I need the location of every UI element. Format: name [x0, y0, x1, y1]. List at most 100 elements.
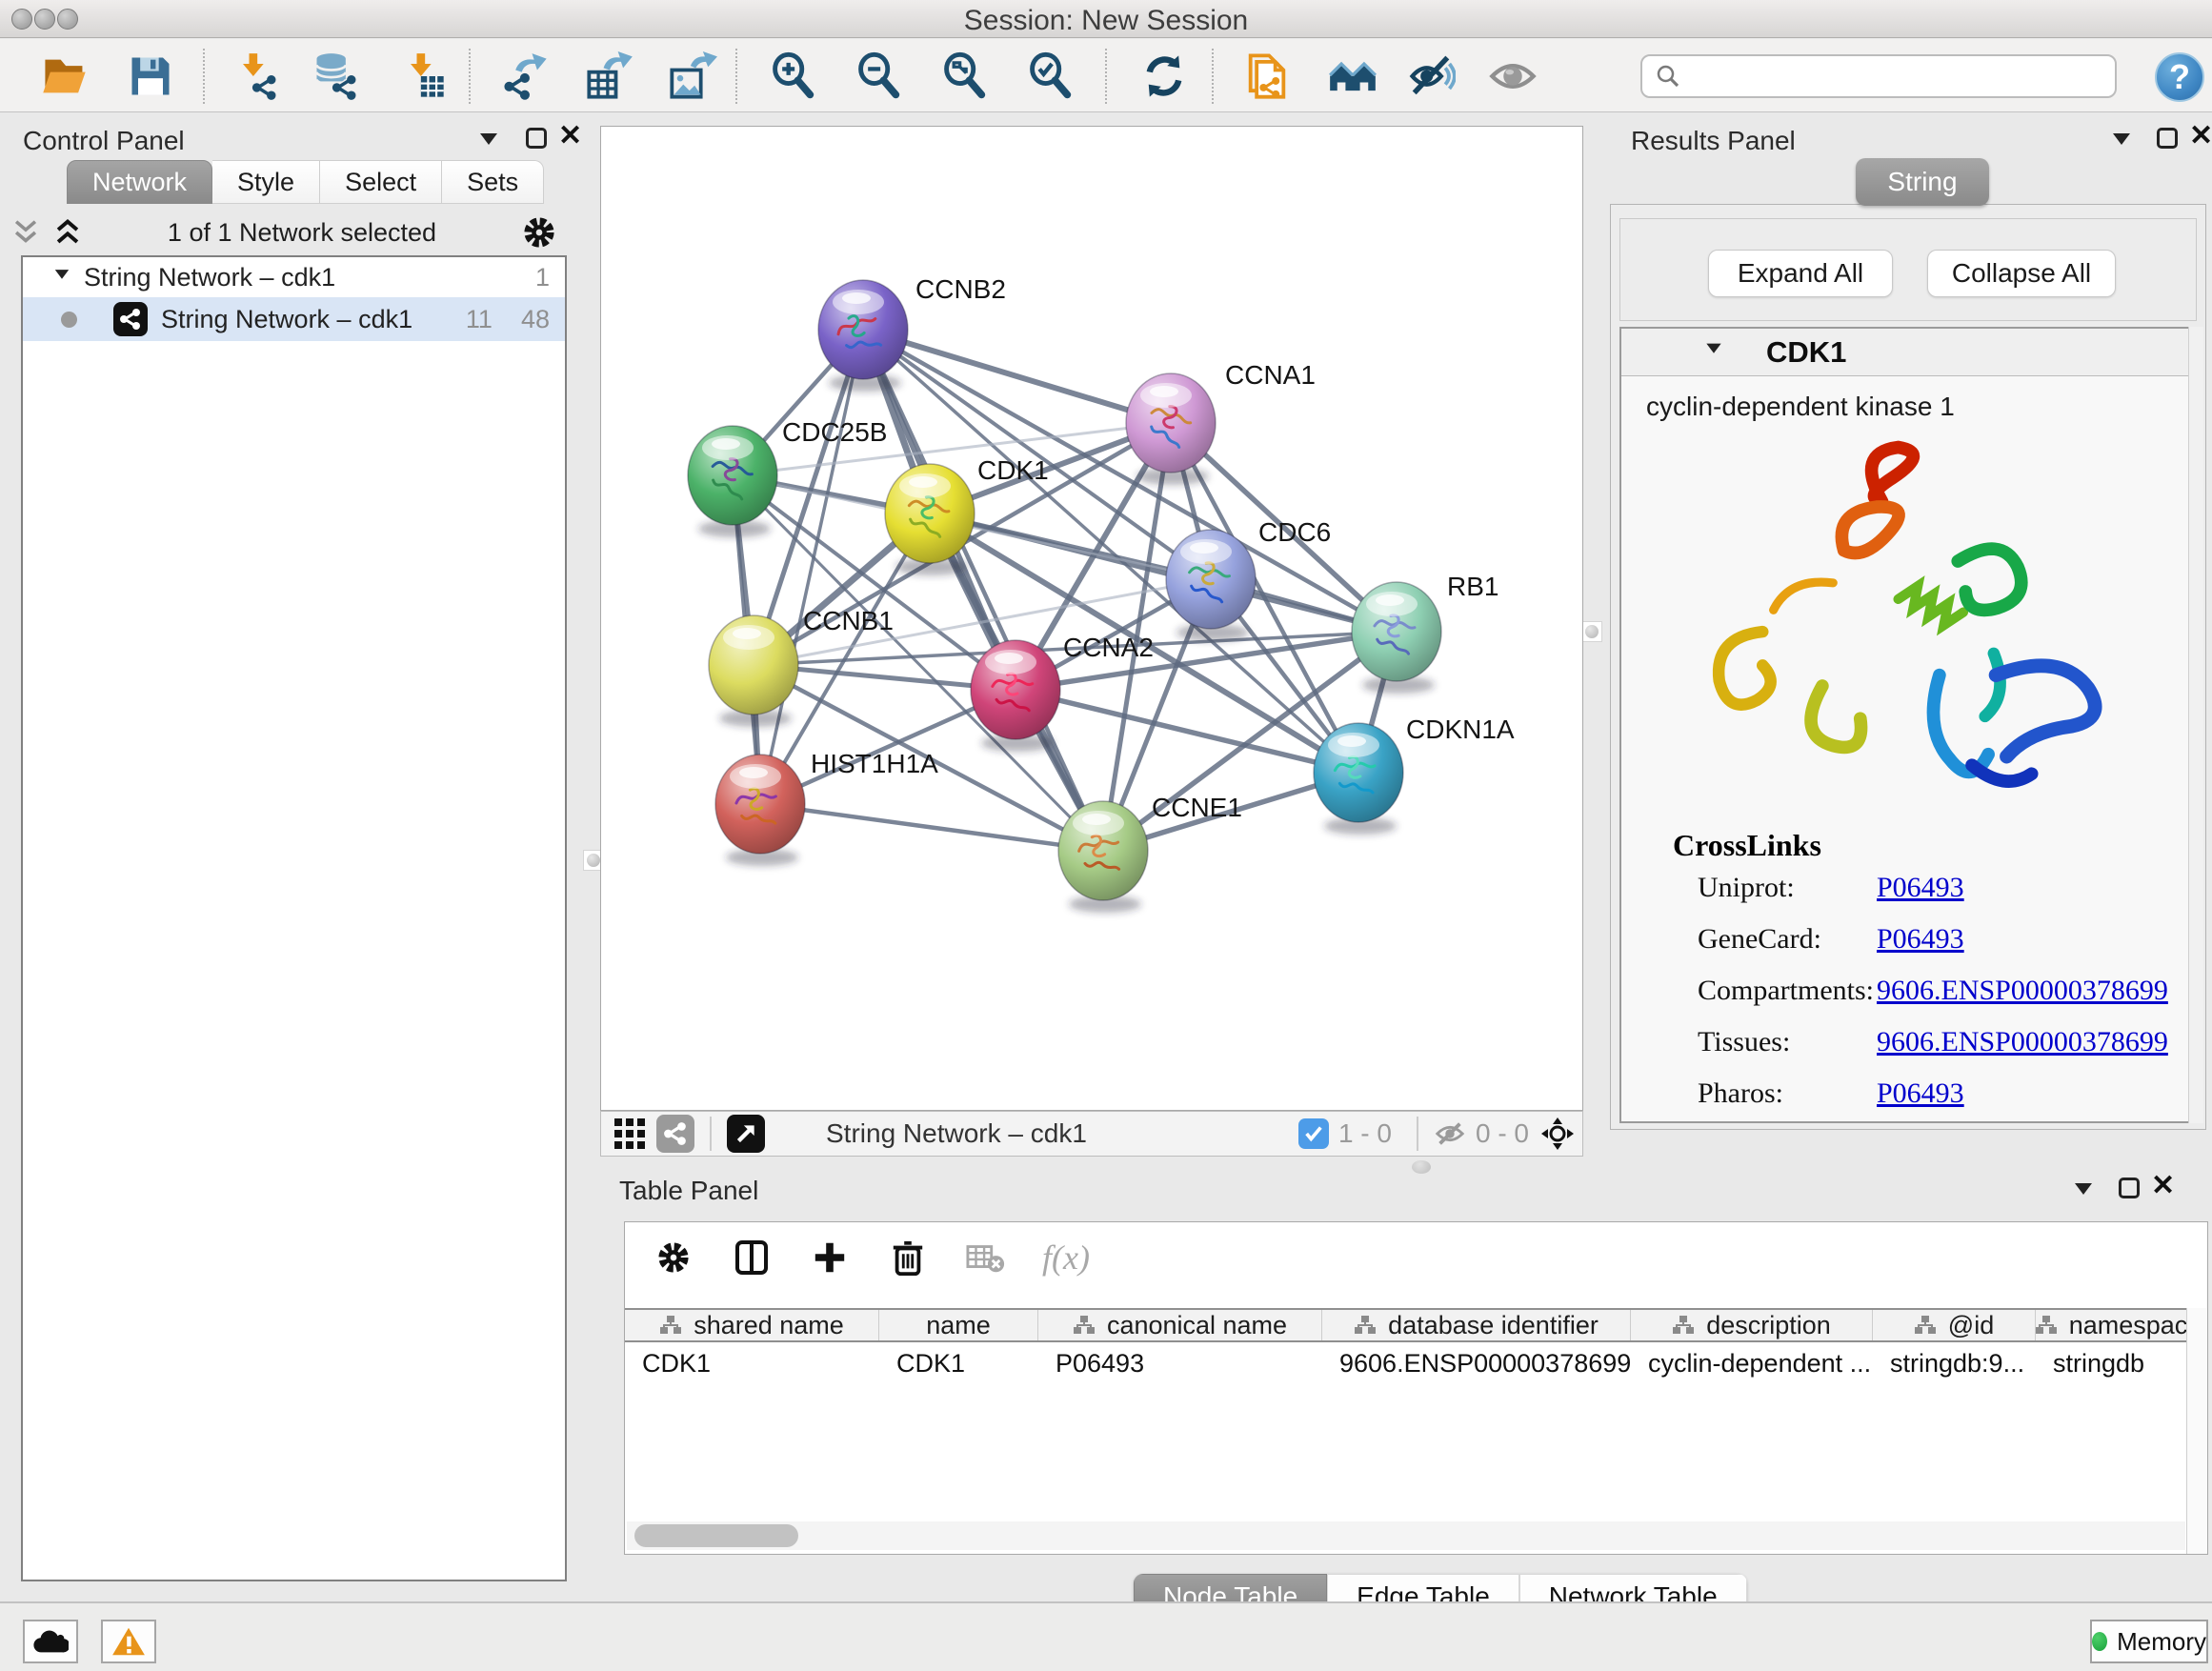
table-cell[interactable]: 9606.ENSP00000378699 [1322, 1344, 1631, 1382]
first-neighbors-button[interactable] [1322, 46, 1383, 107]
table-cell[interactable]: stringdb:9... [1873, 1344, 2036, 1382]
control-panel-close-icon[interactable]: ✕ [558, 126, 582, 147]
export-table-button[interactable] [579, 46, 640, 107]
horizontal-splitter-handle[interactable] [1412, 1160, 1431, 1174]
clone-network-button[interactable] [1237, 46, 1297, 107]
delete-column-button[interactable] [886, 1236, 930, 1279]
import-table-from-file-button[interactable] [392, 46, 453, 107]
network-selection-bar: 1 of 1 Network selected [0, 210, 591, 255]
node-CDKN1A[interactable] [1314, 723, 1403, 835]
column-header-namespac[interactable]: namespac [2036, 1310, 2187, 1340]
table-cell[interactable]: P06493 [1038, 1344, 1322, 1382]
table-cell[interactable]: stringdb [2036, 1344, 2187, 1382]
scrollbar-thumb[interactable] [634, 1524, 798, 1547]
node-CCNB1[interactable] [709, 615, 798, 727]
table-horizontal-scrollbar[interactable] [627, 1521, 2185, 1550]
crosslink-link[interactable]: 9606.ENSP00000378699 [1877, 975, 2168, 1007]
delete-table-button[interactable] [964, 1236, 1008, 1279]
table-panel-close-icon[interactable]: ✕ [2151, 1176, 2175, 1197]
selected-indicator-checkbox[interactable] [1298, 1118, 1329, 1149]
import-network-from-database-button[interactable] [305, 46, 366, 107]
save-session-button[interactable] [120, 46, 181, 107]
import-network-from-file-button[interactable] [225, 46, 286, 107]
crosslink-link[interactable]: 9606.ENSP00000378699 [1877, 1026, 2168, 1058]
column-header-name[interactable]: name [879, 1310, 1038, 1340]
export-image-button[interactable] [662, 46, 723, 107]
network-view-canvas[interactable]: CCNB2CCNA1CDC25BCDK1CDC6RB1CCNB1CCNA2CDK… [600, 126, 1583, 1111]
string-network-graph[interactable]: CCNB2CCNA1CDC25BCDK1CDC6RB1CCNB1CCNA2CDK… [601, 127, 1582, 1110]
network-view-button[interactable] [656, 1115, 694, 1153]
results-panel-float-icon[interactable] [2157, 128, 2178, 149]
protein-expander-icon[interactable] [1706, 344, 1720, 361]
collection-expander-icon[interactable] [55, 270, 69, 286]
apply-layout-button[interactable] [1134, 46, 1195, 107]
create-column-button[interactable] [808, 1236, 852, 1279]
table-settings-button[interactable] [652, 1236, 695, 1279]
help-button[interactable]: ? [2155, 52, 2204, 102]
edge-CCNB2-CCNA1[interactable] [863, 330, 1171, 423]
crosslink-link[interactable]: P06493 [1877, 1077, 1964, 1110]
crosslink-link[interactable]: P06493 [1877, 872, 1964, 904]
table-cell[interactable]: cyclin-dependent ... [1631, 1344, 1873, 1382]
memory-button[interactable]: Memory [2090, 1620, 2208, 1663]
zoom-fit-button[interactable] [934, 46, 995, 107]
node-CCNE1[interactable] [1058, 801, 1148, 913]
collapse-all-chevron-icon[interactable] [10, 216, 42, 249]
cloud-status-button[interactable] [23, 1620, 78, 1663]
node-CDC25B[interactable] [688, 426, 777, 537]
fit-content-button[interactable] [1538, 1115, 1577, 1153]
results-panel-menu-icon[interactable] [2113, 133, 2130, 153]
function-builder-button[interactable]: f(x) [1042, 1238, 1090, 1278]
column-header-canonical-name[interactable]: canonical name [1038, 1310, 1322, 1340]
table-panel-float-icon[interactable] [2119, 1178, 2140, 1198]
zoom-selected-icon [1025, 51, 1075, 101]
table-cell[interactable]: CDK1 [625, 1344, 879, 1382]
node-RB1[interactable] [1352, 582, 1441, 694]
gear-icon[interactable] [520, 213, 558, 252]
results-panel-close-icon[interactable]: ✕ [2189, 126, 2212, 147]
table-vertical-scrollbar[interactable] [2186, 1308, 2207, 1554]
column-header-description[interactable]: description [1631, 1310, 1873, 1340]
zoom-out-button[interactable] [848, 46, 909, 107]
collapse-all-button[interactable]: Collapse All [1927, 250, 2116, 297]
results-scrollbar[interactable] [2188, 327, 2203, 1123]
tab-select[interactable]: Select [320, 160, 442, 204]
show-columns-button[interactable] [730, 1236, 774, 1279]
expand-all-chevron-icon[interactable] [51, 216, 84, 249]
tab-style[interactable]: Style [212, 160, 320, 204]
tab-sets[interactable]: Sets [442, 160, 544, 204]
zoom-in-button[interactable] [762, 46, 823, 107]
table-row[interactable]: CDK1CDK1P064939606.ENSP00000378699cyclin… [625, 1344, 2187, 1382]
column-header--id[interactable]: @id [1873, 1310, 2036, 1340]
show-all-button[interactable] [1482, 46, 1543, 107]
node-CDC6[interactable] [1166, 530, 1256, 641]
expand-all-button[interactable]: Expand All [1708, 250, 1893, 297]
birds-eye-view-button[interactable] [611, 1115, 649, 1153]
crosslink-link[interactable]: P06493 [1877, 923, 1964, 956]
control-panel: Control Panel ✕ NetworkStyleSelectSets 1… [0, 126, 591, 1601]
open-session-button[interactable] [34, 46, 95, 107]
column-header-database-identifier[interactable]: database identifier [1322, 1310, 1631, 1340]
detach-view-button[interactable] [727, 1115, 765, 1153]
node-CCNB2[interactable] [818, 280, 908, 392]
edge-CCNB2-HIST1H1A[interactable] [760, 330, 863, 804]
control-panel-menu-icon[interactable] [480, 133, 497, 153]
tab-network[interactable]: Network [67, 160, 212, 204]
protein-card-header[interactable]: CDK1 [1621, 329, 2195, 376]
warnings-button[interactable] [101, 1620, 156, 1663]
search-input[interactable] [1682, 62, 2092, 91]
table-cell[interactable]: CDK1 [879, 1344, 1038, 1382]
network-row-selected[interactable]: String Network – cdk1 11 48 [23, 297, 565, 341]
zoom-selected-button[interactable] [1019, 46, 1080, 107]
copy-network-icon [1242, 51, 1292, 101]
node-HIST1H1A[interactable] [715, 755, 805, 866]
column-header-shared-name[interactable]: shared name [625, 1310, 879, 1340]
network-collection-row[interactable]: String Network – cdk1 1 [23, 257, 565, 297]
hide-selected-button[interactable] [1400, 46, 1461, 107]
tab-string[interactable]: String [1856, 158, 1989, 206]
edge-HIST1H1A-CCNE1[interactable] [760, 804, 1103, 851]
control-panel-float-icon[interactable] [526, 128, 547, 149]
export-network-button[interactable] [495, 46, 556, 107]
node-CCNA1[interactable] [1126, 373, 1216, 485]
table-panel-menu-icon[interactable] [2075, 1183, 2092, 1203]
